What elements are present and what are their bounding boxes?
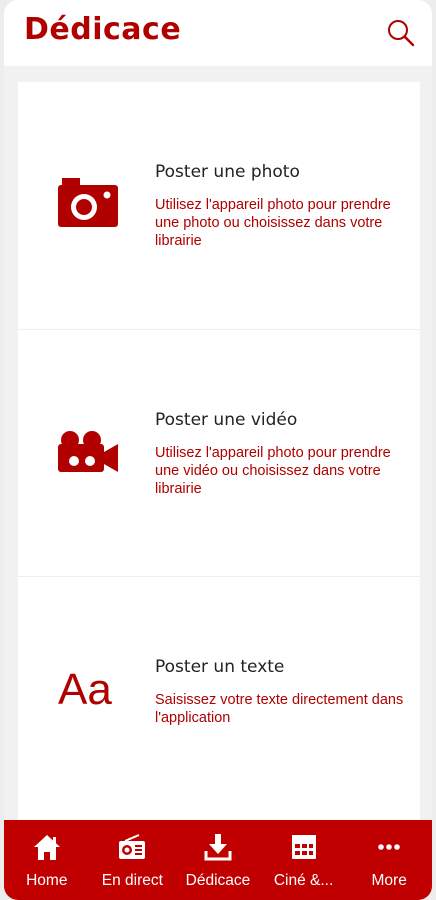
- post-photo-description: Utilisez l'appareil photo pour prendre u…: [155, 197, 391, 249]
- tab-cine-label: Ciné &...: [273, 872, 334, 889]
- video-camera-icon: [54, 430, 126, 490]
- tab-dedicace[interactable]: Dédicace: [175, 820, 261, 900]
- tab-en-direct[interactable]: En direct: [90, 820, 176, 900]
- page-title: Dédicace: [24, 12, 182, 47]
- more-icon: [378, 844, 400, 850]
- post-text-card[interactable]: Aa Poster un texte Saisissez votre texte…: [18, 576, 420, 823]
- tab-home-label: Home: [26, 872, 68, 889]
- post-photo-title: Poster une photo: [155, 162, 300, 182]
- text-icon: Aa: [58, 665, 112, 714]
- post-text-description: Saisissez votre texte directement dans l…: [155, 692, 404, 726]
- radio-icon: [119, 834, 146, 859]
- bottom-tab-bar: Home En direct Dédicace Ciné &... More: [4, 820, 432, 900]
- tab-en-direct-label: En direct: [101, 872, 163, 889]
- tab-dedicace-label: Dédicace: [185, 872, 251, 889]
- post-video-title: Poster une vidéo: [155, 410, 298, 430]
- tab-home[interactable]: Home: [4, 820, 90, 900]
- post-video-card[interactable]: Poster une vidéo Utilisez l'appareil pho…: [18, 329, 420, 576]
- calendar-icon: [291, 835, 316, 859]
- app-header: Dédicace: [4, 0, 432, 66]
- tab-more[interactable]: More: [346, 820, 432, 900]
- home-icon: [33, 835, 60, 860]
- post-text-title: Poster un texte: [155, 657, 285, 677]
- post-video-description: Utilisez l'appareil photo pour prendre u…: [155, 445, 391, 497]
- download-icon: [204, 834, 232, 861]
- app-screen: Dédicace Poster une photo Utilisez l'app…: [4, 0, 432, 900]
- tab-cine[interactable]: Ciné &...: [261, 820, 347, 900]
- post-options-list: Poster une photo Utilisez l'appareil pho…: [18, 82, 420, 823]
- post-photo-card[interactable]: Poster une photo Utilisez l'appareil pho…: [18, 82, 420, 329]
- tab-more-label: More: [371, 872, 407, 889]
- search-button[interactable]: [386, 18, 416, 48]
- camera-icon: [54, 178, 126, 238]
- search-icon: [388, 20, 415, 47]
